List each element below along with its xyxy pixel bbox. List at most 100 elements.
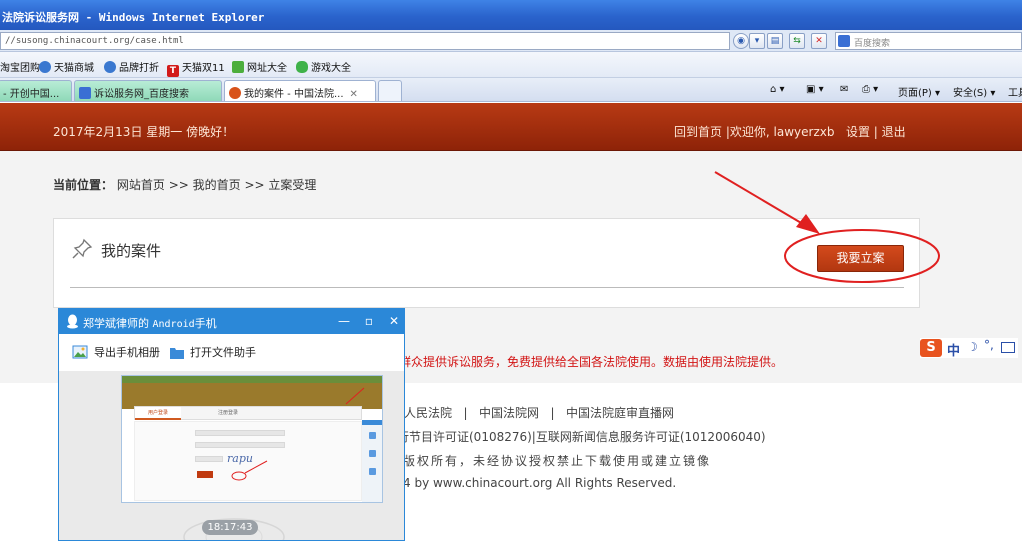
phone-time: 18:17:43 bbox=[202, 520, 258, 535]
footer-copyright: 4 by www.chinacourt.org All Rights Reser… bbox=[403, 476, 677, 490]
safety-menu-label: 安全(S) bbox=[953, 88, 988, 99]
separator: | bbox=[873, 125, 878, 139]
maximize-icon[interactable]: ▫ bbox=[361, 313, 377, 329]
breadcrumb-label: 当前位置： bbox=[53, 178, 114, 192]
export-photos-button[interactable]: 导出手机相册 bbox=[72, 344, 160, 360]
tools-menu[interactable]: 工具 bbox=[1008, 84, 1022, 99]
thumb-app-icon bbox=[369, 432, 376, 439]
export-photos-label: 导出手机相册 bbox=[94, 346, 160, 359]
favorite-item[interactable]: 网址大全 bbox=[232, 59, 287, 74]
keyboard-icon[interactable] bbox=[1001, 342, 1015, 353]
phone-assistant-window: 郑学斌律师的 Android手机 — ▫ ✕ 导出手机相册 打开文件助手 用户登… bbox=[58, 308, 405, 541]
page-menu[interactable]: 页面(P) ▾ bbox=[898, 84, 940, 99]
thumb-app-icon bbox=[369, 450, 376, 457]
screen-thumbnail[interactable]: 用户登录 注册登录 rapu bbox=[121, 375, 383, 503]
dropdown-icon[interactable]: ▾ bbox=[749, 33, 765, 49]
stop-icon[interactable]: ✕ bbox=[811, 33, 827, 49]
footer-license: 行节目许可证(0108276)|互联网新闻信息服务许可证(1012006040) bbox=[397, 430, 766, 444]
username: lawyerzxb bbox=[773, 125, 835, 139]
ie-page-icon bbox=[104, 61, 116, 73]
home-link[interactable]: 回到首页 bbox=[674, 125, 722, 139]
mail-icon[interactable]: ✉ bbox=[840, 84, 848, 95]
footer-link[interactable]: 中国法院网 bbox=[479, 406, 539, 420]
moon-icon[interactable]: ☽ bbox=[967, 340, 978, 354]
refresh-icon[interactable]: ⇆ bbox=[789, 33, 805, 49]
my-cases-panel: 我的案件 我要立案 bbox=[53, 218, 920, 308]
site-header: 2017年2月13日 星期一 傍晚好！ 回到首页 | 欢迎你, lawyerzxb… bbox=[0, 103, 1022, 151]
tab-bar: - 开创中国... 诉讼服务网_百度搜索 我的案件 - 中国法院... ✕ ⌂ ▾… bbox=[0, 78, 1022, 102]
tmall-icon: T bbox=[167, 65, 179, 77]
tab-label: 诉讼服务网_百度搜索 bbox=[94, 89, 189, 100]
tab-label: - 开创中国... bbox=[3, 89, 60, 100]
punctuation-icon[interactable]: °, bbox=[984, 338, 994, 352]
close-icon[interactable]: ✕ bbox=[386, 313, 402, 329]
thumb-input bbox=[195, 430, 285, 436]
browser-tab[interactable]: 诉讼服务网_百度搜索 bbox=[74, 80, 222, 101]
search-input[interactable]: 百度搜索 bbox=[835, 32, 1022, 50]
pin-icon bbox=[72, 238, 93, 259]
phone-window-titlebar[interactable]: 郑学斌律师的 Android手机 — ▫ ✕ bbox=[59, 309, 404, 334]
favorite-item[interactable]: 品牌打折 bbox=[104, 59, 159, 74]
breadcrumb-item[interactable]: 我的首页 bbox=[193, 178, 241, 192]
print-icon[interactable]: ⎙ ▾ bbox=[862, 84, 878, 95]
favorite-label: 网址大全 bbox=[247, 63, 287, 74]
phone-screen-area: 用户登录 注册登录 rapu 18:17:43 bbox=[59, 371, 404, 540]
favorite-item[interactable]: 游戏大全 bbox=[296, 59, 351, 74]
ime-toolbar: S 中 ☽ °, bbox=[920, 338, 1018, 359]
favorite-label: 游戏大全 bbox=[311, 63, 351, 74]
browser-titlebar: 法院诉讼服务网 - Windows Internet Explorer bbox=[0, 0, 1022, 30]
file-case-button[interactable]: 我要立案 bbox=[817, 245, 904, 272]
date-greeting: 2017年2月13日 星期一 傍晚好！ bbox=[53, 125, 235, 139]
thumb-app-icon bbox=[369, 468, 376, 475]
safety-menu[interactable]: 安全(S) ▾ bbox=[953, 84, 995, 99]
thumb-sidebar-header bbox=[362, 420, 382, 425]
thumb-input bbox=[195, 442, 285, 448]
title-suffix: 手机 bbox=[194, 317, 217, 330]
sogou-logo-icon[interactable]: S bbox=[920, 339, 942, 357]
photo-album-icon bbox=[72, 345, 88, 359]
feeds-icon[interactable]: ▣ ▾ bbox=[806, 84, 824, 95]
breadcrumb-item[interactable]: 网站首页 bbox=[117, 178, 165, 192]
browser-tab[interactable]: - 开创中国... bbox=[0, 80, 72, 101]
logout-link[interactable]: 退出 bbox=[882, 125, 906, 139]
settings-link[interactable]: 设置 bbox=[846, 125, 870, 139]
minimize-icon[interactable]: — bbox=[336, 313, 352, 329]
thumb-tabs: 用户登录 注册登录 bbox=[134, 406, 362, 420]
footer-separator: | bbox=[463, 406, 468, 420]
folder-icon bbox=[170, 348, 184, 359]
footer-link[interactable]: 人民法院 bbox=[404, 406, 452, 420]
favorite-item[interactable]: 淘宝团购 bbox=[0, 59, 40, 74]
favorite-item[interactable]: T 天猫双11 bbox=[167, 59, 225, 77]
new-tab-button[interactable] bbox=[378, 80, 402, 101]
service-notice: 群众提供诉讼服务，免费提供给全国各法院使用。数据由使用法院提供。 bbox=[399, 355, 784, 369]
tab-label: 我的案件 - 中国法院... bbox=[244, 89, 344, 100]
compatibility-icon[interactable]: ▤ bbox=[767, 33, 783, 49]
open-file-helper-button[interactable]: 打开文件助手 bbox=[170, 344, 256, 360]
browser-tab-active[interactable]: 我的案件 - 中国法院... ✕ bbox=[224, 80, 376, 101]
favorite-label: 淘宝团购 bbox=[0, 63, 40, 74]
search-engine-icon bbox=[838, 35, 850, 47]
header-links: 回到首页 |欢迎你, lawyerzxb 设置 | 退出 bbox=[674, 123, 906, 140]
thumb-body: rapu bbox=[134, 421, 362, 501]
thumb-tab-login: 用户登录 bbox=[135, 407, 181, 420]
check-icon bbox=[232, 61, 244, 73]
breadcrumb: 当前位置： 网站首页 >> 我的首页 >> 立案受理 bbox=[53, 176, 316, 193]
favorite-label: 天猫商城 bbox=[54, 63, 94, 74]
open-file-helper-label: 打开文件助手 bbox=[190, 346, 256, 359]
favorites-bar: 淘宝团购 天猫商城 品牌打折 T 天猫双11 网址大全 游戏大全 bbox=[0, 52, 1022, 78]
favorite-label: 品牌打折 bbox=[119, 63, 159, 74]
title-prefix: 郑学斌律师的 bbox=[83, 317, 149, 330]
favorite-item[interactable]: 天猫商城 bbox=[39, 59, 94, 74]
ime-mode[interactable]: 中 bbox=[947, 340, 960, 359]
court-icon bbox=[229, 87, 241, 99]
url-field[interactable]: //susong.chinacourt.org/case.html bbox=[0, 32, 730, 50]
shield-icon[interactable]: ◉ bbox=[733, 33, 749, 49]
close-tab-icon[interactable]: ✕ bbox=[350, 89, 358, 100]
welcome-text: 欢迎你, bbox=[729, 125, 770, 139]
footer-link[interactable]: 中国法院庭审直播网 bbox=[566, 406, 674, 420]
baidu-icon bbox=[79, 87, 91, 99]
footer-rights: 版权所有，未经协议授权禁止下载使用或建立镜像 bbox=[403, 454, 712, 468]
thumb-button bbox=[197, 471, 213, 478]
home-icon[interactable]: ⌂ ▾ bbox=[770, 84, 785, 95]
breadcrumb-separator: >> bbox=[244, 178, 265, 192]
